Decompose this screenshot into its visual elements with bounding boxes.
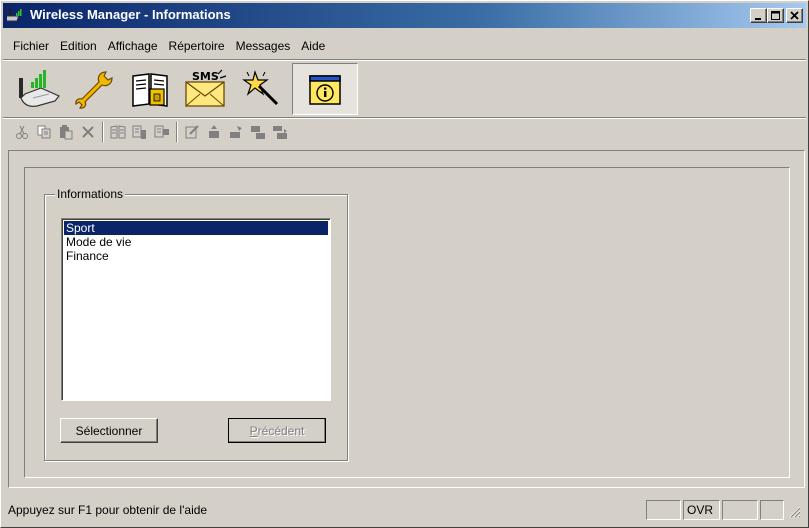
close-icon (790, 11, 799, 20)
copy-from-phone-button[interactable] (151, 121, 173, 143)
edit-icon (185, 125, 199, 139)
copy-to-phone-icon (132, 125, 146, 139)
transfer-from-icon (273, 126, 287, 139)
settings-button[interactable] (66, 63, 122, 115)
content-area: Informations Sport Mode de vie Finance S… (8, 150, 805, 488)
information-icon (309, 75, 341, 105)
svg-text:SMS: SMS (192, 70, 219, 83)
menu-messages[interactable]: Messages (229, 36, 295, 56)
app-window: Wireless Manager - Informations Fichier … (0, 0, 809, 528)
status-panel (722, 500, 758, 520)
copy-button[interactable] (33, 121, 55, 143)
edit-button[interactable] (181, 121, 203, 143)
previous-label: récédent (257, 423, 305, 438)
sim-card-book-icon (132, 73, 168, 107)
minimize-button[interactable] (750, 8, 767, 23)
previous-accel-label: P (249, 423, 258, 438)
information-button[interactable] (292, 63, 358, 115)
sms-button[interactable]: SMS (178, 63, 234, 115)
window-title: Wireless Manager - Informations (30, 7, 231, 22)
menu-separator (3, 59, 806, 61)
download-icon (230, 126, 242, 138)
edit-toolbar (11, 120, 291, 144)
transfer-to-button[interactable] (247, 121, 269, 143)
paste-button[interactable] (55, 121, 77, 143)
wrench-icon (75, 71, 113, 109)
list-item[interactable]: Mode de vie (64, 235, 328, 249)
delete-button[interactable] (77, 121, 99, 143)
phonebook-small-button[interactable] (107, 121, 129, 143)
title-bar[interactable]: Wireless Manager - Informations (3, 3, 806, 28)
status-bar: Appuyez sur F1 pour obtenir de l'aide OV… (3, 498, 806, 523)
wizard-button[interactable] (234, 63, 290, 115)
upload-icon (209, 125, 219, 138)
status-message: Appuyez sur F1 pour obtenir de l'aide (8, 503, 208, 517)
close-button[interactable] (786, 8, 803, 23)
copy-from-phone-icon (154, 125, 169, 138)
toolbar-divider (176, 122, 178, 142)
app-icon (7, 8, 22, 22)
magic-wand-icon (242, 69, 279, 106)
menu-repertoire[interactable]: Répertoire (162, 36, 229, 56)
toolbar-separator (3, 117, 806, 119)
cut-icon (16, 125, 28, 139)
previous-button[interactable]: Précédent (228, 418, 326, 443)
status-panel (646, 500, 681, 520)
list-item[interactable]: Finance (64, 249, 328, 263)
toolbar-divider (102, 122, 104, 142)
download-button[interactable] (225, 121, 247, 143)
main-toolbar: SMS (10, 63, 358, 115)
phone-connect-icon (19, 70, 60, 107)
delete-icon (82, 126, 94, 138)
informations-panel: Informations Sport Mode de vie Finance S… (24, 167, 790, 478)
transfer-from-button[interactable] (269, 121, 291, 143)
status-panel (760, 500, 784, 520)
minimize-icon (755, 18, 761, 20)
groupbox-title: Informations (55, 187, 126, 201)
menu-bar: Fichier Edition Affichage Répertoire Mes… (3, 36, 329, 56)
copy-icon (37, 125, 51, 139)
sms-envelope-icon: SMS (185, 69, 227, 107)
connection-button[interactable] (10, 63, 66, 115)
list-item[interactable]: Sport (63, 220, 329, 236)
maximize-icon (771, 11, 780, 20)
maximize-button[interactable] (767, 8, 784, 23)
menu-fichier[interactable]: Fichier (3, 36, 53, 56)
menu-aide[interactable]: Aide (294, 36, 329, 56)
menu-affichage[interactable]: Affichage (101, 36, 162, 56)
select-button[interactable]: Sélectionner (60, 418, 158, 443)
paste-icon (60, 125, 73, 140)
copy-to-phone-button[interactable] (129, 121, 151, 143)
phonebook-button[interactable] (122, 63, 178, 115)
ovr-indicator: OVR (683, 500, 720, 520)
resize-grip-icon[interactable] (787, 504, 801, 518)
categories-listbox[interactable]: Sport Mode de vie Finance (61, 218, 331, 401)
transfer-to-icon (251, 126, 265, 139)
menu-edition[interactable]: Edition (53, 36, 101, 56)
book-icon (110, 125, 126, 139)
informations-groupbox: Informations Sport Mode de vie Finance S… (44, 187, 348, 461)
cut-button[interactable] (11, 121, 33, 143)
upload-button[interactable] (203, 121, 225, 143)
